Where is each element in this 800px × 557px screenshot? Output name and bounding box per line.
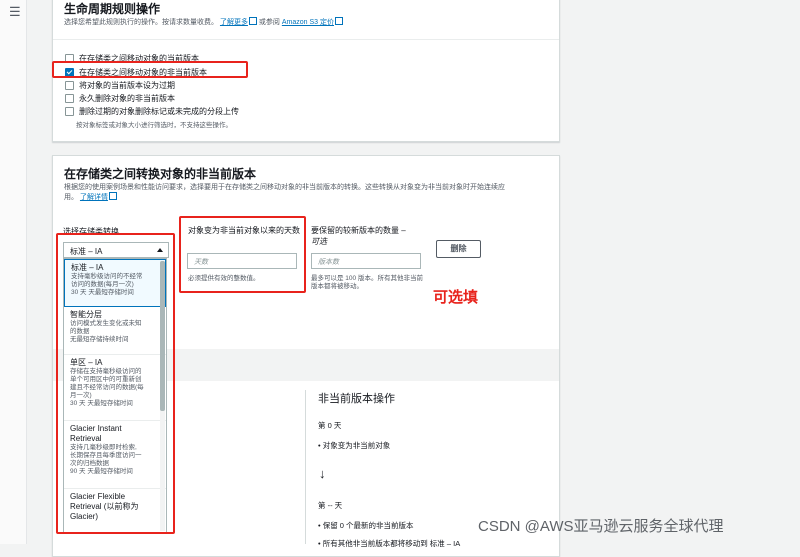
keep-label-text: 要保留的较新版本的数量 –: [311, 226, 406, 235]
transition-description: 根据您的使用案例场景和性能访问要求，选择要用于在存储类之间移动对象的非当前版本的…: [64, 182, 554, 202]
review-bullet: • 保留 0 个最新的非当前版本: [318, 521, 414, 530]
lifecycle-desc-text: 选择您希望此规则执行的操作。按请求数量收费。: [64, 19, 218, 26]
keep-versions-label: 要保留的较新版本的数量 – 可选: [311, 225, 406, 247]
down-arrow-icon: ↓: [319, 466, 326, 481]
optional-text: 可选: [311, 237, 327, 246]
divider: [53, 39, 559, 40]
annotation-box-checkbox: [52, 61, 248, 78]
transition-desc-line1: 根据您的使用案例场景和性能访问要求，选择要用于在存储类之间移动对象的非当前版本的…: [64, 184, 505, 191]
annotation-box-days: [179, 216, 306, 293]
optional-annotation: 可选填: [433, 289, 479, 306]
keep-versions-hint: 最多可以是 100 版本。所有其他非当前版本都将被移动。: [311, 275, 423, 290]
side-navigation: ☰: [0, 0, 27, 544]
s3-pricing-link[interactable]: Amazon S3 定价: [282, 19, 334, 26]
watermark: CSDN @AWS亚马逊云服务全球代理: [478, 518, 724, 535]
lifecycle-description: 选择您希望此规则执行的操作。按请求数量收费。 了解更多 或参阅 Amazon S…: [64, 17, 343, 27]
filter-note: 按对象标签或对象大小进行筛选时，不支持这些操作。: [76, 122, 232, 129]
or-refer-text: 或参阅: [258, 19, 280, 26]
review-bullet: • 对象变为非当前对象: [318, 441, 391, 450]
option-label: 将对象的当前版本设为过期: [79, 81, 175, 90]
option-delete-markers[interactable]: 删除过期的对象删除标记或未完成的分段上传: [65, 106, 239, 117]
option-label: 永久删除对象的非当前版本: [79, 94, 175, 103]
transition-heading: 在存储类之间转换对象的非当前版本: [64, 167, 257, 181]
option-expire-current[interactable]: 将对象的当前版本设为过期: [65, 80, 175, 91]
option-label: 删除过期的对象删除标记或未完成的分段上传: [79, 107, 239, 116]
review-day-n: 第 -- 天: [318, 501, 343, 510]
menu-icon[interactable]: ☰: [9, 4, 21, 20]
option-delete-noncurrent[interactable]: 永久删除对象的非当前版本: [65, 93, 175, 104]
remove-button[interactable]: 删除: [436, 240, 481, 258]
learn-details-link[interactable]: 了解详情: [80, 194, 108, 201]
annotation-box-storage-class: [56, 233, 175, 534]
review-day0: 第 0 天: [318, 421, 342, 430]
checkbox[interactable]: [65, 107, 74, 116]
external-link-icon: [108, 192, 117, 200]
transition-desc-line2: 用。: [64, 194, 78, 201]
checkbox[interactable]: [65, 94, 74, 103]
review-divider: [305, 390, 306, 544]
checkbox[interactable]: [65, 81, 74, 90]
keep-versions-input[interactable]: 版本数: [311, 253, 421, 269]
external-link-icon: [248, 17, 257, 25]
external-link-icon: [335, 17, 343, 25]
review-title: 非当前版本操作: [318, 393, 395, 405]
lifecycle-heading: 生命周期规则操作: [64, 2, 161, 16]
review-bullet-text: 对象变为非当前对象: [322, 441, 391, 450]
learn-more-link[interactable]: 了解更多: [220, 19, 248, 26]
review-bullet-text: 保留 0 个最新的非当前版本: [322, 521, 414, 530]
